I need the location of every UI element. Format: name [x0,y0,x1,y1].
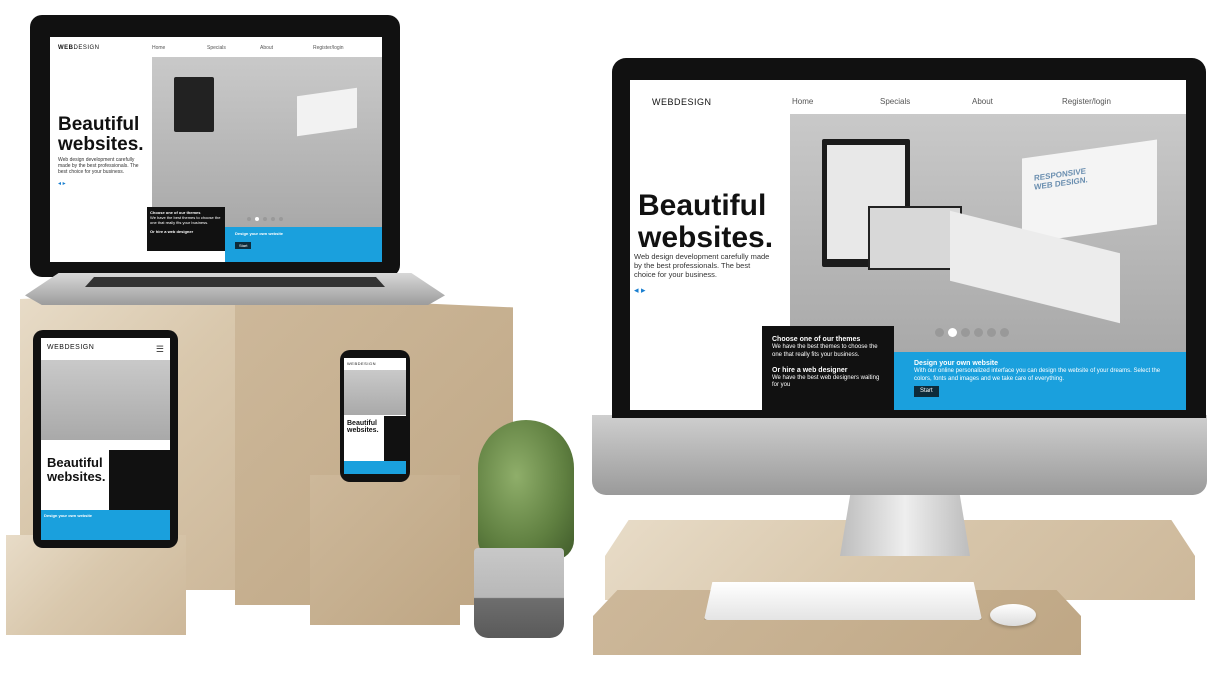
mouse [990,604,1036,626]
phone-headline: Beautiful websites. [347,420,379,435]
monitor-nav-home[interactable]: Home [792,97,813,106]
monitor-hero-image: RESPONSIVE WEB DESIGN. [790,114,1186,352]
hero-image [152,57,382,227]
monitor-chin [592,415,1207,495]
designer-title: Or hire a web designer [772,366,848,374]
small-wood-block-left [6,535,186,635]
plant-pot [474,548,564,638]
monitor-nav: WEBDESIGN Home Specials About Register/l… [630,80,1186,114]
themes-panel: Choose one of our themes We have the bes… [147,207,225,251]
phone-screen: WEBDESIGN Beautiful websites. [344,358,406,474]
monitor-start-button[interactable]: Start [914,385,939,397]
headline: Beautiful websites. [58,114,144,155]
monitor-tagline: Web design development carefully made by… [634,252,770,279]
monitor-headline: Beautiful websites. [638,189,774,254]
hero-card [297,87,357,137]
phone-blue-panel [344,461,406,474]
monitor-nav-specials[interactable]: Specials [880,97,910,106]
tablet: WEBDESIGN ☰ Beautiful websites. Design yo… [33,330,178,548]
carousel-dot[interactable] [961,328,970,337]
monitor-logo: WEBDESIGN [652,97,712,107]
themes-text: We have the best themes to choose the on… [772,344,878,358]
monitor-mock [174,77,214,132]
phone-panel [384,416,406,461]
tablet-headline: Beautiful websites. [47,455,106,484]
nav-register[interactable]: Register/login [313,45,344,51]
monitor-nav-about[interactable]: About [972,97,993,106]
logo: WEBDESIGN [58,45,100,51]
carousel-arrows[interactable]: ◂ ▸ [58,180,66,187]
keyboard [704,582,982,620]
monitor-themes-panel: Choose one of our themes We have the bes… [762,326,894,410]
carousel-dot[interactable] [987,328,996,337]
small-wood-block-right [310,475,460,625]
laptop-keyboard [85,277,385,287]
nav-home[interactable]: Home [152,45,165,51]
monitor-carousel-dots[interactable] [935,328,1009,337]
carousel-dot[interactable] [935,328,944,337]
tablet-design-panel: Design your own website [41,510,170,540]
design-title: Design your own website [914,360,999,367]
tablet-screen: WEBDESIGN ☰ Beautiful websites. Design yo… [41,338,170,540]
carousel-dot[interactable] [974,328,983,337]
start-button[interactable]: Start [235,242,252,249]
phone: WEBDESIGN Beautiful websites. [340,350,410,482]
carousel-dot-active[interactable] [948,328,957,337]
tablet-themes-panel [109,450,170,510]
monitor-nav-register[interactable]: Register/login [1062,97,1111,106]
monitor-screen: WEBDESIGN Home Specials About Register/l… [630,80,1186,410]
laptop: WEBDESIGN Home Specials About Register/l… [25,15,445,305]
tablet-hero [41,360,170,440]
laptop-nav: WEBDESIGN Home Specials About Register/l… [50,37,382,57]
carousel-dots[interactable] [247,217,283,221]
design-text: With our online personalized interface y… [914,368,1161,382]
laptop-screen: WEBDESIGN Home Specials About Register/l… [50,37,382,262]
designer-text: We have the best web designers waiting f… [772,375,880,389]
carousel-dot[interactable] [1000,328,1009,337]
tagline: Web design development carefully made by… [58,157,139,175]
monitor-carousel-arrows[interactable]: ◂ ▸ [634,285,646,296]
tablet-logo: WEBDESIGN [47,344,95,351]
phone-hero [344,370,406,415]
design-panel: Design your own website Start [225,227,382,262]
cactus [478,420,574,560]
phone-logo: WEBDESIGN [347,361,376,366]
hero-responsive-card: RESPONSIVE WEB DESIGN. [1022,139,1157,244]
nav-about[interactable]: About [260,45,273,51]
nav-specials[interactable]: Specials [207,45,226,51]
monitor-design-panel: Design your own website With our online … [894,352,1186,410]
hero-laptop-mock [868,206,962,270]
themes-title: Choose one of our themes [772,336,861,343]
hamburger-menu-icon[interactable]: ☰ [156,344,164,355]
